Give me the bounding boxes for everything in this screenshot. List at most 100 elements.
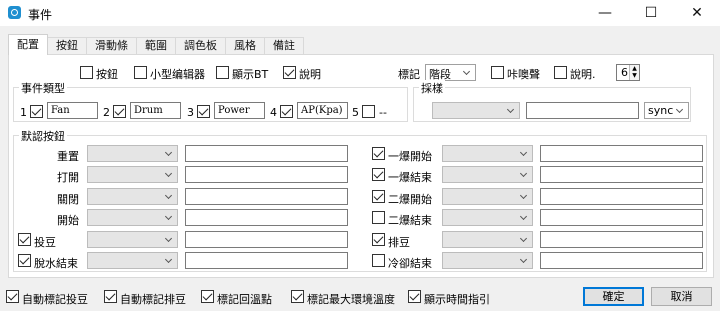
mini-editor-label: 小型编辑器 bbox=[150, 68, 205, 81]
cool-end-field[interactable] bbox=[540, 252, 703, 269]
close-button[interactable]: ✕ bbox=[674, 0, 720, 26]
charge-field[interactable] bbox=[185, 231, 348, 248]
mark-max-et-checkbox[interactable] bbox=[291, 290, 304, 303]
event-type-3-field[interactable]: Power bbox=[214, 102, 265, 119]
sync-select[interactable]: sync bbox=[644, 102, 689, 119]
tab-range[interactable]: 範圍 bbox=[136, 37, 176, 55]
close-select[interactable] bbox=[87, 188, 178, 205]
event-type-1-field[interactable]: Fan bbox=[47, 102, 98, 119]
dry-end-label: 脫水結束 bbox=[34, 257, 78, 270]
beep-checkbox[interactable] bbox=[491, 66, 504, 79]
tab-style[interactable]: 風格 bbox=[225, 37, 265, 55]
auto-charge-checkbox[interactable] bbox=[6, 290, 19, 303]
drop-select[interactable] bbox=[442, 231, 533, 248]
event-type-5-value: -- bbox=[379, 106, 387, 119]
close-field[interactable] bbox=[185, 188, 348, 205]
fc-start-field[interactable] bbox=[540, 145, 703, 162]
open-field[interactable] bbox=[185, 166, 348, 183]
reset-field[interactable] bbox=[185, 145, 348, 162]
chevron-down-icon bbox=[519, 191, 528, 200]
chevron-down-icon bbox=[164, 169, 173, 178]
mini-editor-checkbox[interactable] bbox=[134, 66, 147, 79]
event-type-index-1: 1 bbox=[20, 106, 27, 119]
sc-end-field[interactable] bbox=[540, 209, 703, 226]
drop-field[interactable] bbox=[540, 231, 703, 248]
open-label: 打開 bbox=[57, 171, 79, 184]
chevron-down-icon bbox=[164, 255, 173, 264]
charge-select[interactable] bbox=[87, 231, 178, 248]
drop-checkbox[interactable] bbox=[372, 233, 385, 246]
event-type-3-checkbox[interactable] bbox=[197, 105, 210, 118]
dry-end-select[interactable] bbox=[87, 252, 178, 269]
fc-start-select[interactable] bbox=[442, 145, 533, 162]
chevron-down-icon bbox=[519, 255, 528, 264]
tab-notes[interactable]: 備註 bbox=[264, 37, 304, 55]
mark-tp-label: 標記回溫點 bbox=[217, 293, 272, 306]
chevron-down-icon bbox=[519, 234, 528, 243]
event-type-2-field[interactable]: Drum bbox=[130, 102, 181, 119]
mark-max-et-label: 標記最大環境溫度 bbox=[307, 293, 395, 306]
sc-end-label: 二爆結束 bbox=[388, 214, 432, 227]
event-type-1-checkbox[interactable] bbox=[30, 105, 43, 118]
sampling-title: 採樣 bbox=[419, 80, 445, 96]
tab-sliders[interactable]: 滑動條 bbox=[86, 37, 137, 55]
show-bt-checkbox[interactable] bbox=[216, 66, 229, 79]
tab-config[interactable]: 配置 bbox=[8, 34, 48, 55]
marker-label: 標記 bbox=[398, 68, 420, 81]
config-panel: 按鈕 小型编辑器 顯示BT 說明 標記 階段 咔噢聲 說明. 6 ▲ ▼ 事件類型… bbox=[8, 54, 714, 278]
maximize-button[interactable]: ☐ bbox=[628, 0, 674, 26]
cool-end-checkbox[interactable] bbox=[372, 254, 385, 267]
dry-end-checkbox[interactable] bbox=[18, 254, 31, 267]
sc-start-select[interactable] bbox=[442, 188, 533, 205]
fc-start-checkbox[interactable] bbox=[372, 147, 385, 160]
open-select[interactable] bbox=[87, 166, 178, 183]
event-type-5-checkbox[interactable] bbox=[362, 105, 375, 118]
minimize-button[interactable]: — bbox=[582, 0, 628, 26]
fc-end-checkbox[interactable] bbox=[372, 168, 385, 181]
count-value: 6 bbox=[621, 66, 628, 79]
reset-label: 重置 bbox=[57, 150, 79, 163]
marker-select[interactable]: 階段 bbox=[425, 64, 476, 81]
spinner-arrows-icon[interactable]: ▲ ▼ bbox=[629, 65, 639, 80]
ok-button[interactable]: 確定 bbox=[583, 287, 644, 306]
tab-palette[interactable]: 調色板 bbox=[175, 37, 226, 55]
description2-checkbox[interactable] bbox=[554, 66, 567, 79]
cool-end-select[interactable] bbox=[442, 252, 533, 269]
count-spinner[interactable]: 6 ▲ ▼ bbox=[616, 64, 640, 81]
fc-end-select[interactable] bbox=[442, 166, 533, 183]
chevron-down-icon bbox=[506, 105, 515, 114]
chevron-down-icon bbox=[519, 212, 528, 221]
chevron-down-icon bbox=[164, 234, 173, 243]
sc-start-field[interactable] bbox=[540, 188, 703, 205]
dry-end-field[interactable] bbox=[185, 252, 348, 269]
event-type-2-checkbox[interactable] bbox=[113, 105, 126, 118]
fc-start-label: 一爆開始 bbox=[388, 150, 432, 163]
description-checkbox[interactable] bbox=[283, 66, 296, 79]
chevron-down-icon bbox=[164, 191, 173, 200]
sc-end-select[interactable] bbox=[442, 209, 533, 226]
event-type-4-checkbox[interactable] bbox=[280, 105, 293, 118]
tab-buttons[interactable]: 按鈕 bbox=[47, 37, 87, 55]
auto-drop-checkbox[interactable] bbox=[104, 290, 117, 303]
sc-start-checkbox[interactable] bbox=[372, 190, 385, 203]
beep-label: 咔噢聲 bbox=[507, 68, 540, 81]
sampling-select[interactable] bbox=[432, 102, 520, 119]
time-guide-label: 顯示時間指引 bbox=[424, 293, 490, 306]
reset-select[interactable] bbox=[87, 145, 178, 162]
time-guide-checkbox[interactable] bbox=[408, 290, 421, 303]
mark-tp-checkbox[interactable] bbox=[201, 290, 214, 303]
chevron-down-icon bbox=[164, 212, 173, 221]
event-type-index-3: 3 bbox=[187, 106, 194, 119]
button-checkbox[interactable] bbox=[80, 66, 93, 79]
event-type-4-field[interactable]: AP(Kpa) bbox=[297, 102, 348, 119]
event-type-title: 事件類型 bbox=[19, 80, 67, 96]
auto-drop-label: 自動標記排豆 bbox=[120, 293, 186, 306]
sc-end-checkbox[interactable] bbox=[372, 211, 385, 224]
window-title: 事件 bbox=[28, 8, 53, 22]
cancel-button[interactable]: 取消 bbox=[651, 287, 712, 306]
fc-end-field[interactable] bbox=[540, 166, 703, 183]
sampling-field[interactable] bbox=[526, 102, 639, 119]
charge-checkbox[interactable] bbox=[18, 233, 31, 246]
start-field[interactable] bbox=[185, 209, 348, 226]
start-select[interactable] bbox=[87, 209, 178, 226]
